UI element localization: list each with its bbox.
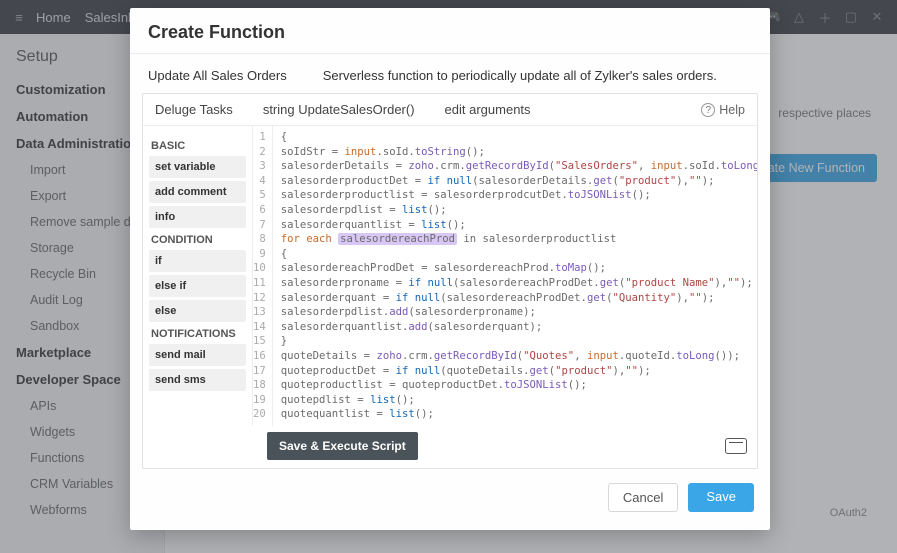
- function-description: Serverless function to periodically upda…: [323, 68, 717, 83]
- editor-body: BASIC set variable add comment info COND…: [143, 126, 757, 426]
- keyboard-icon[interactable]: [725, 438, 747, 454]
- create-function-modal: Create Function Update All Sales Orders …: [130, 8, 770, 530]
- task-if[interactable]: if: [149, 250, 246, 272]
- editor-toolbar: Deluge Tasks string UpdateSalesOrder() e…: [143, 94, 757, 126]
- editor: Deluge Tasks string UpdateSalesOrder() e…: [142, 93, 758, 469]
- tasks-condition-label: CONDITION: [151, 234, 244, 246]
- code-area[interactable]: {soIdStr = input.soId.toString();salesor…: [273, 126, 757, 426]
- cancel-button[interactable]: Cancel: [608, 483, 678, 512]
- function-signature: string UpdateSalesOrder(): [263, 102, 415, 117]
- tasks-notifications-label: NOTIFICATIONS: [151, 328, 244, 340]
- task-set-variable[interactable]: set variable: [149, 156, 246, 178]
- help-label: Help: [719, 103, 745, 117]
- modal-footer: Cancel Save: [130, 469, 770, 530]
- save-button[interactable]: Save: [688, 483, 754, 512]
- modal-subheader: Update All Sales Orders Serverless funct…: [130, 54, 770, 93]
- help-link[interactable]: ? Help: [701, 103, 745, 117]
- task-send-sms[interactable]: send sms: [149, 369, 246, 391]
- tasks-basic-label: BASIC: [151, 140, 244, 152]
- tasks-panel: BASIC set variable add comment info COND…: [143, 126, 253, 426]
- task-info[interactable]: info: [149, 206, 246, 228]
- task-send-mail[interactable]: send mail: [149, 344, 246, 366]
- task-else-if[interactable]: else if: [149, 275, 246, 297]
- task-add-comment[interactable]: add comment: [149, 181, 246, 203]
- code-panel[interactable]: 1234567891011121314151617181920 {soIdStr…: [253, 126, 757, 426]
- help-icon: ?: [701, 103, 715, 117]
- function-name: Update All Sales Orders: [148, 68, 287, 83]
- task-else[interactable]: else: [149, 300, 246, 322]
- line-gutter: 1234567891011121314151617181920: [253, 126, 273, 426]
- edit-arguments-link[interactable]: edit arguments: [445, 102, 531, 117]
- save-execute-button[interactable]: Save & Execute Script: [267, 432, 418, 460]
- modal-title: Create Function: [130, 8, 770, 54]
- run-bar: Save & Execute Script: [143, 426, 757, 468]
- deluge-tasks-label: Deluge Tasks: [155, 102, 233, 117]
